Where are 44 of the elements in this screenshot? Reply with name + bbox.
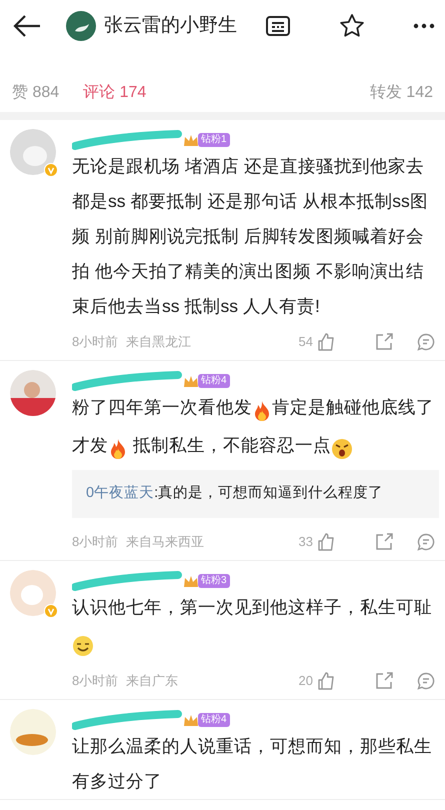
fan-badge-icon xyxy=(182,712,198,727)
comment-text: 让那么温柔的人说重话，可想而知，那些私生有多过分了 xyxy=(72,734,433,793)
verified-icon xyxy=(44,604,58,618)
tab[interactable]: 转发 142 xyxy=(370,74,433,112)
location-text: 来自马来西亚 xyxy=(126,533,206,551)
star-icon[interactable] xyxy=(339,13,365,39)
text-icon[interactable] xyxy=(265,15,291,37)
fan-level-tag: 钻粉1 xyxy=(198,133,230,147)
share-icon[interactable] xyxy=(375,532,393,551)
like-count: 33 xyxy=(298,533,313,551)
avatar[interactable] xyxy=(10,708,56,755)
like-count: 20 xyxy=(298,672,313,690)
more-icon[interactable] xyxy=(413,23,435,29)
account-name: 张云雷的小野生 xyxy=(104,14,238,38)
back-icon[interactable] xyxy=(12,14,42,38)
comment-icon[interactable] xyxy=(417,532,435,551)
comment-text: 粉了四年第一次看他发 肯定是触碰他底线了才发 抵制私生，不能容忍一点 xyxy=(72,390,439,466)
verified-icon xyxy=(44,163,58,177)
fan-badge-icon xyxy=(182,574,198,588)
tab[interactable]: 赞 884 xyxy=(12,74,60,112)
comment-icon[interactable] xyxy=(417,333,435,351)
fan-badge-icon xyxy=(182,133,198,147)
fan-badge-icon xyxy=(182,374,198,388)
like-icon[interactable] xyxy=(317,532,335,551)
timestamp: 8小时前 xyxy=(72,333,118,352)
fan-level-tag: 钻粉3 xyxy=(198,574,230,588)
like-count: 54 xyxy=(298,333,313,352)
like-icon[interactable] xyxy=(317,333,335,351)
timestamp: 8小时前 xyxy=(72,672,118,690)
timestamp: 8小时前 xyxy=(72,533,118,551)
fan-level-tag: 钻粉4 xyxy=(198,374,230,388)
location-text: 来自广东 xyxy=(126,672,180,690)
share-icon[interactable] xyxy=(375,333,393,351)
like-icon[interactable] xyxy=(317,672,335,690)
fan-level-tag: 钻粉4 xyxy=(198,712,230,727)
comment-icon[interactable] xyxy=(417,672,435,690)
avatar[interactable] xyxy=(10,370,56,416)
comment-text: 认识他七年，第一次见到他这样子，私生可耻 xyxy=(72,590,439,663)
reply-preview[interactable]: 0午夜蓝天:真的是，可想而知逼到什么程度了 xyxy=(72,470,439,518)
comment-text: 无论是跟机场 堵酒店 还是直接骚扰到他家去都是ss 都要抵制 还是那句话 从根本抵制ss图频 别前脚刚说完抵制 后脚转发图频喊着好会拍 他今天拍了精美的演出图频 不影响演出结束后他去当ss 抵制ss 人人有责! xyxy=(72,155,429,318)
tab[interactable]: 评论 174 xyxy=(83,74,146,112)
share-icon[interactable] xyxy=(375,672,393,690)
avatar-logo[interactable] xyxy=(66,11,96,41)
location-text: 来自黑龙江 xyxy=(126,333,192,352)
